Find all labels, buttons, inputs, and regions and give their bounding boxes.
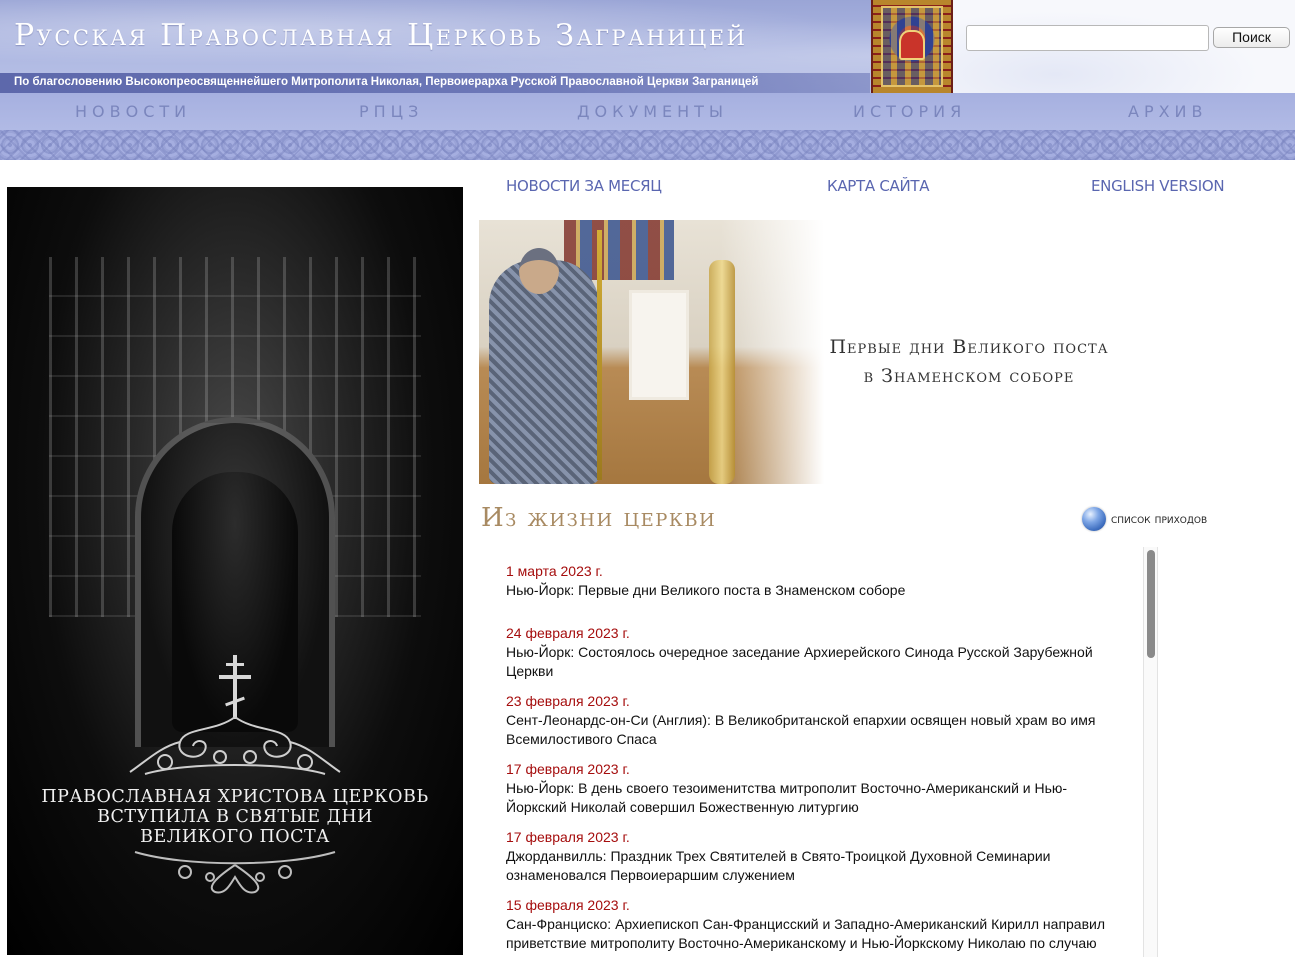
photo-candle-stand: [709, 260, 735, 484]
feature-caption: Первые дни Великого поста в Знаменском с…: [779, 333, 1159, 391]
theotokos-icon-center: [899, 30, 925, 60]
news-title-link[interactable]: Нью-Йорк: Состоялось очередное заседание…: [506, 643, 1140, 681]
poster-text: ПРАВОСЛАВНАЯ ХРИСТОВА ЦЕРКОВЬ ВСТУПИЛА В…: [7, 787, 463, 847]
news-title-link[interactable]: Джорданвилль: Праздник Трех Святителей в…: [506, 847, 1140, 885]
feature-photo: [479, 220, 824, 484]
nav-item-history[interactable]: ИСТОРИЯ: [853, 102, 966, 121]
poster-line-3: ВЕЛИКОГО ПОСТА: [140, 827, 330, 847]
nav-item-archive[interactable]: АРХИВ: [1128, 102, 1208, 121]
news-date: 15 февраля 2023 г.: [506, 897, 630, 913]
feature-caption-line-1: Первые дни Великого поста: [829, 336, 1109, 358]
news-title-link[interactable]: Нью-Йорк: Первые дни Великого поста в Зн…: [506, 581, 1140, 600]
site-title[interactable]: Русская Православная Церковь Заграницей: [14, 18, 747, 53]
blessing-bar: По благословению Высокопреосвященнейшего…: [0, 73, 870, 93]
nav-item-documents[interactable]: ДОКУМЕНТЫ: [577, 102, 728, 121]
nav-item-news[interactable]: НОВОСТИ: [75, 102, 191, 121]
search-input[interactable]: [966, 25, 1209, 51]
bottom-ornament-icon: [134, 851, 336, 894]
news-date: 17 февраля 2023 г.: [506, 761, 630, 777]
site-map-link[interactable]: КАРТА САЙТА: [827, 177, 930, 195]
feature-caption-line-2: в Знаменском соборе: [863, 365, 1075, 387]
parishes-list-label: список приходов: [1111, 511, 1208, 527]
news-item: 24 февраля 2023 г. Нью-Йорк: Состоялось …: [506, 624, 1140, 681]
news-item: 23 февраля 2023 г. Сент-Леонардс-он-Си (…: [506, 692, 1140, 749]
poster-line-2: ВСТУПИЛА В СВЯТЫЕ ДНИ: [97, 807, 373, 827]
photo-bishop-figure: [489, 260, 599, 484]
news-title-link[interactable]: Сан-Франциско: Архиепископ Сан-Францисск…: [506, 915, 1140, 953]
news-item: 17 февраля 2023 г. Нью-Йорк: В день свое…: [506, 760, 1140, 817]
english-version-link[interactable]: ENGLISH VERSION: [1091, 177, 1225, 195]
photo-staff: [597, 230, 602, 480]
news-item: 1 марта 2023 г. Нью-Йорк: Первые дни Вел…: [506, 562, 1140, 600]
news-date: 24 февраля 2023 г.: [506, 625, 630, 641]
feature-banner[interactable]: Первые дни Великого поста в Знаменском с…: [479, 220, 1295, 484]
photo-bishop-head: [519, 248, 559, 294]
theotokos-icon-image: [871, 0, 953, 93]
poster-line-1: ПРАВОСЛАВНАЯ ХРИСТОВА ЦЕРКОВЬ: [41, 787, 429, 807]
lent-poster[interactable]: ПРАВОСЛАВНАЯ ХРИСТОВА ЦЕРКОВЬ ВСТУПИЛА В…: [7, 187, 463, 955]
nav-item-rocor[interactable]: РПЦЗ: [359, 102, 423, 121]
news-title-link[interactable]: Нью-Йорк: В день своего тезоименитства м…: [506, 779, 1140, 817]
news-list: 1 марта 2023 г. Нью-Йорк: Первые дни Вел…: [506, 548, 1140, 958]
parishes-list-link[interactable]: список приходов: [1082, 507, 1207, 531]
photo-window: [629, 290, 689, 400]
section-title: Из жизни церкви: [481, 503, 717, 533]
globe-icon: [1082, 507, 1106, 531]
nav-ornament-lattice: [0, 130, 1295, 160]
news-title-link[interactable]: Сент-Леонардс-он-Си (Англия): В Великобр…: [506, 711, 1140, 749]
monthly-news-link[interactable]: НОВОСТИ ЗА МЕСЯЦ: [506, 177, 662, 195]
orthodox-cross-icon: [213, 655, 257, 719]
search-button[interactable]: Поиск: [1213, 27, 1290, 48]
news-item: 17 февраля 2023 г. Джорданвилль: Праздни…: [506, 828, 1140, 885]
news-item: 15 февраля 2023 г. Сан-Франциско: Архиеп…: [506, 896, 1140, 953]
main-nav: НОВОСТИ РПЦЗ ДОКУМЕНТЫ ИСТОРИЯ АРХИВ: [0, 93, 1295, 130]
scroll-ornament-icon: [129, 716, 341, 775]
blessing-text: По благословению Высокопреосвященнейшего…: [14, 76, 759, 88]
news-date: 17 февраля 2023 г.: [506, 829, 630, 845]
news-date: 1 марта 2023 г.: [506, 563, 603, 579]
news-date: 23 февраля 2023 г.: [506, 693, 630, 709]
news-scrollbar-thumb[interactable]: [1147, 550, 1155, 658]
